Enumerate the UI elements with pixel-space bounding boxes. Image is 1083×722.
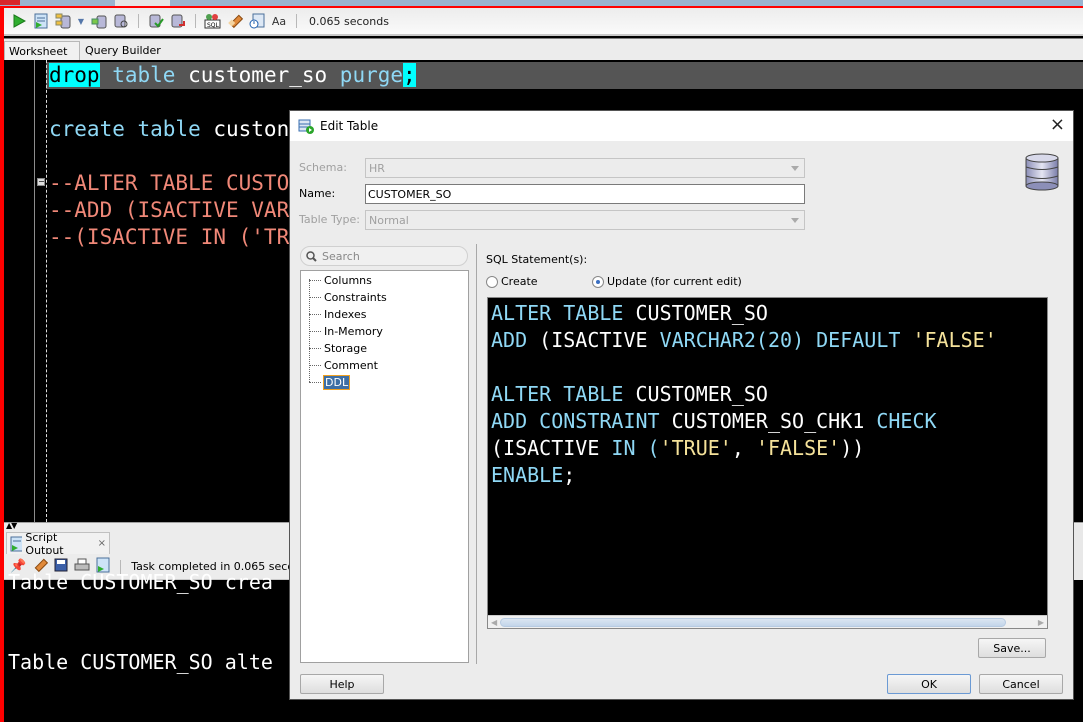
- sql-line: (ISACTIVE IN ('TRUE', 'FALSE')): [491, 436, 865, 460]
- edit-table-dialog: Edit Table × Schema: HR Name: Table Type…: [289, 110, 1074, 700]
- schema-label: Schema:: [299, 161, 347, 174]
- tab-worksheet[interactable]: Worksheet: [4, 41, 80, 61]
- schema-select: HR: [365, 158, 805, 178]
- keyword: table: [99, 63, 176, 87]
- database-icon: [1025, 153, 1059, 191]
- dropdown-icon[interactable]: ▼: [76, 12, 86, 30]
- radio-label: Update (for current edit): [607, 275, 742, 288]
- tree-item-columns[interactable]: Columns: [309, 272, 373, 288]
- sql-line: ADD (ISACTIVE VARCHAR2(20) DEFAULT 'FALS…: [491, 328, 997, 352]
- explain-plan-icon[interactable]: [90, 12, 108, 30]
- search-placeholder: Search: [322, 249, 360, 263]
- code-line: create table custon: [49, 116, 289, 143]
- close-icon[interactable]: ×: [1050, 116, 1065, 134]
- run-statement-icon[interactable]: [10, 12, 28, 30]
- semicolon: ;: [403, 63, 416, 87]
- tab-label: Script Output: [25, 530, 64, 557]
- dialog-title: Edit Table: [320, 119, 379, 133]
- keyword: purge: [327, 63, 404, 87]
- name-label: Name:: [299, 187, 336, 200]
- identifier: custon: [200, 117, 290, 141]
- toolbar-separator: [138, 14, 139, 28]
- horizontal-scrollbar[interactable]: ◀ ▶: [488, 615, 1047, 628]
- tree-item-indexes[interactable]: Indexes: [309, 306, 367, 322]
- navigation-tree: Columns Constraints Indexes In-Memory St…: [300, 270, 469, 663]
- table-type-select: Normal: [365, 210, 805, 230]
- rollback-icon[interactable]: [169, 12, 187, 30]
- comment-line: --ALTER TABLE CUSTO: [49, 171, 290, 195]
- schema-value: HR: [369, 162, 385, 175]
- table-type-label: Table Type:: [299, 213, 360, 226]
- sql-history-icon[interactable]: [248, 12, 266, 30]
- tab-query-builder[interactable]: Query Builder: [85, 44, 161, 57]
- radio-button[interactable]: [486, 275, 498, 288]
- run-script-icon[interactable]: [32, 12, 50, 30]
- sql-line: ALTER TABLE CUSTOMER_SO: [491, 382, 768, 406]
- output-line: Table CUSTOMER_SO crea: [8, 570, 273, 594]
- comment-line: --(ISACTIVE IN ('TR: [49, 225, 290, 249]
- ok-button[interactable]: OK: [887, 674, 971, 694]
- tree-item-comment[interactable]: Comment: [309, 357, 379, 373]
- sql-line: ENABLE;: [491, 463, 576, 487]
- comment-line: --ADD (ISACTIVE VAR: [49, 198, 290, 222]
- name-input[interactable]: [365, 184, 805, 204]
- chevron-down-icon: [791, 218, 799, 223]
- code-line: drop table customer_so purge;: [49, 62, 416, 89]
- scroll-right-icon[interactable]: ▶: [1038, 618, 1044, 627]
- keyword: drop: [49, 63, 100, 87]
- edit-table-icon: [298, 119, 314, 134]
- toolbar-separator: [296, 14, 297, 28]
- radio-update[interactable]: Update (for current edit): [592, 275, 742, 288]
- pane-divider[interactable]: [476, 244, 477, 664]
- tree-item-in-memory[interactable]: In-Memory: [309, 323, 384, 339]
- format-icon[interactable]: Aa: [270, 12, 288, 30]
- radio-create[interactable]: Create: [486, 275, 538, 288]
- radio-label: Create: [501, 275, 538, 288]
- worksheet-toolbar: ▼ SQL Aa 0.065 seconds: [4, 8, 1083, 36]
- scrollbar-thumb[interactable]: [500, 618, 1006, 627]
- execution-time: 0.065 seconds: [309, 14, 389, 28]
- keyword: create table: [49, 117, 201, 141]
- unshared-sql-icon[interactable]: SQL: [204, 12, 222, 30]
- window-tab[interactable]: [0, 0, 20, 5]
- save-button[interactable]: Save...: [978, 638, 1046, 658]
- fold-collapse-icon[interactable]: −: [37, 178, 45, 186]
- editor-tabs: Worksheet Query Builder: [4, 38, 1083, 61]
- script-output-icon: [10, 536, 23, 551]
- tree-item-constraints[interactable]: Constraints: [309, 289, 388, 305]
- indent-guide: [46, 60, 47, 522]
- sql-statements-label: SQL Statement(s):: [486, 253, 588, 266]
- splitter-arrows-icon[interactable]: ▲▼: [6, 521, 17, 530]
- help-button[interactable]: Help: [300, 674, 384, 694]
- autotrace-icon[interactable]: [54, 12, 72, 30]
- tree-item-storage[interactable]: Storage: [309, 340, 368, 356]
- clear-icon[interactable]: [226, 12, 244, 30]
- search-input[interactable]: Search: [300, 246, 468, 266]
- ddl-preview[interactable]: ALTER TABLE CUSTOMER_SO ADD (ISACTIVE VA…: [487, 297, 1048, 629]
- cancel-button[interactable]: Cancel: [979, 674, 1063, 694]
- dialog-titlebar[interactable]: Edit Table: [290, 111, 1073, 141]
- sql-line: ALTER TABLE CUSTOMER_SO: [491, 301, 768, 325]
- sql-tuning-icon[interactable]: [112, 12, 130, 30]
- table-type-value: Normal: [369, 214, 409, 227]
- sql-line: ADD CONSTRAINT CUSTOMER_SO_CHK1 CHECK: [491, 409, 937, 433]
- identifier: customer_so: [175, 63, 328, 87]
- chevron-down-icon: [791, 166, 799, 171]
- close-tab-icon[interactable]: ×: [98, 538, 106, 549]
- search-icon: [306, 250, 317, 262]
- radio-button[interactable]: [592, 275, 604, 288]
- commit-icon[interactable]: [147, 12, 165, 30]
- toolbar-separator: [195, 14, 196, 28]
- svg-text:SQL: SQL: [207, 22, 220, 29]
- gutter-divider: [34, 60, 35, 522]
- output-line: Table CUSTOMER_SO alte: [8, 650, 273, 674]
- tree-item-ddl[interactable]: DDL: [309, 374, 351, 390]
- tab-script-output[interactable]: Script Output ×: [6, 530, 110, 557]
- scroll-left-icon[interactable]: ◀: [491, 618, 497, 627]
